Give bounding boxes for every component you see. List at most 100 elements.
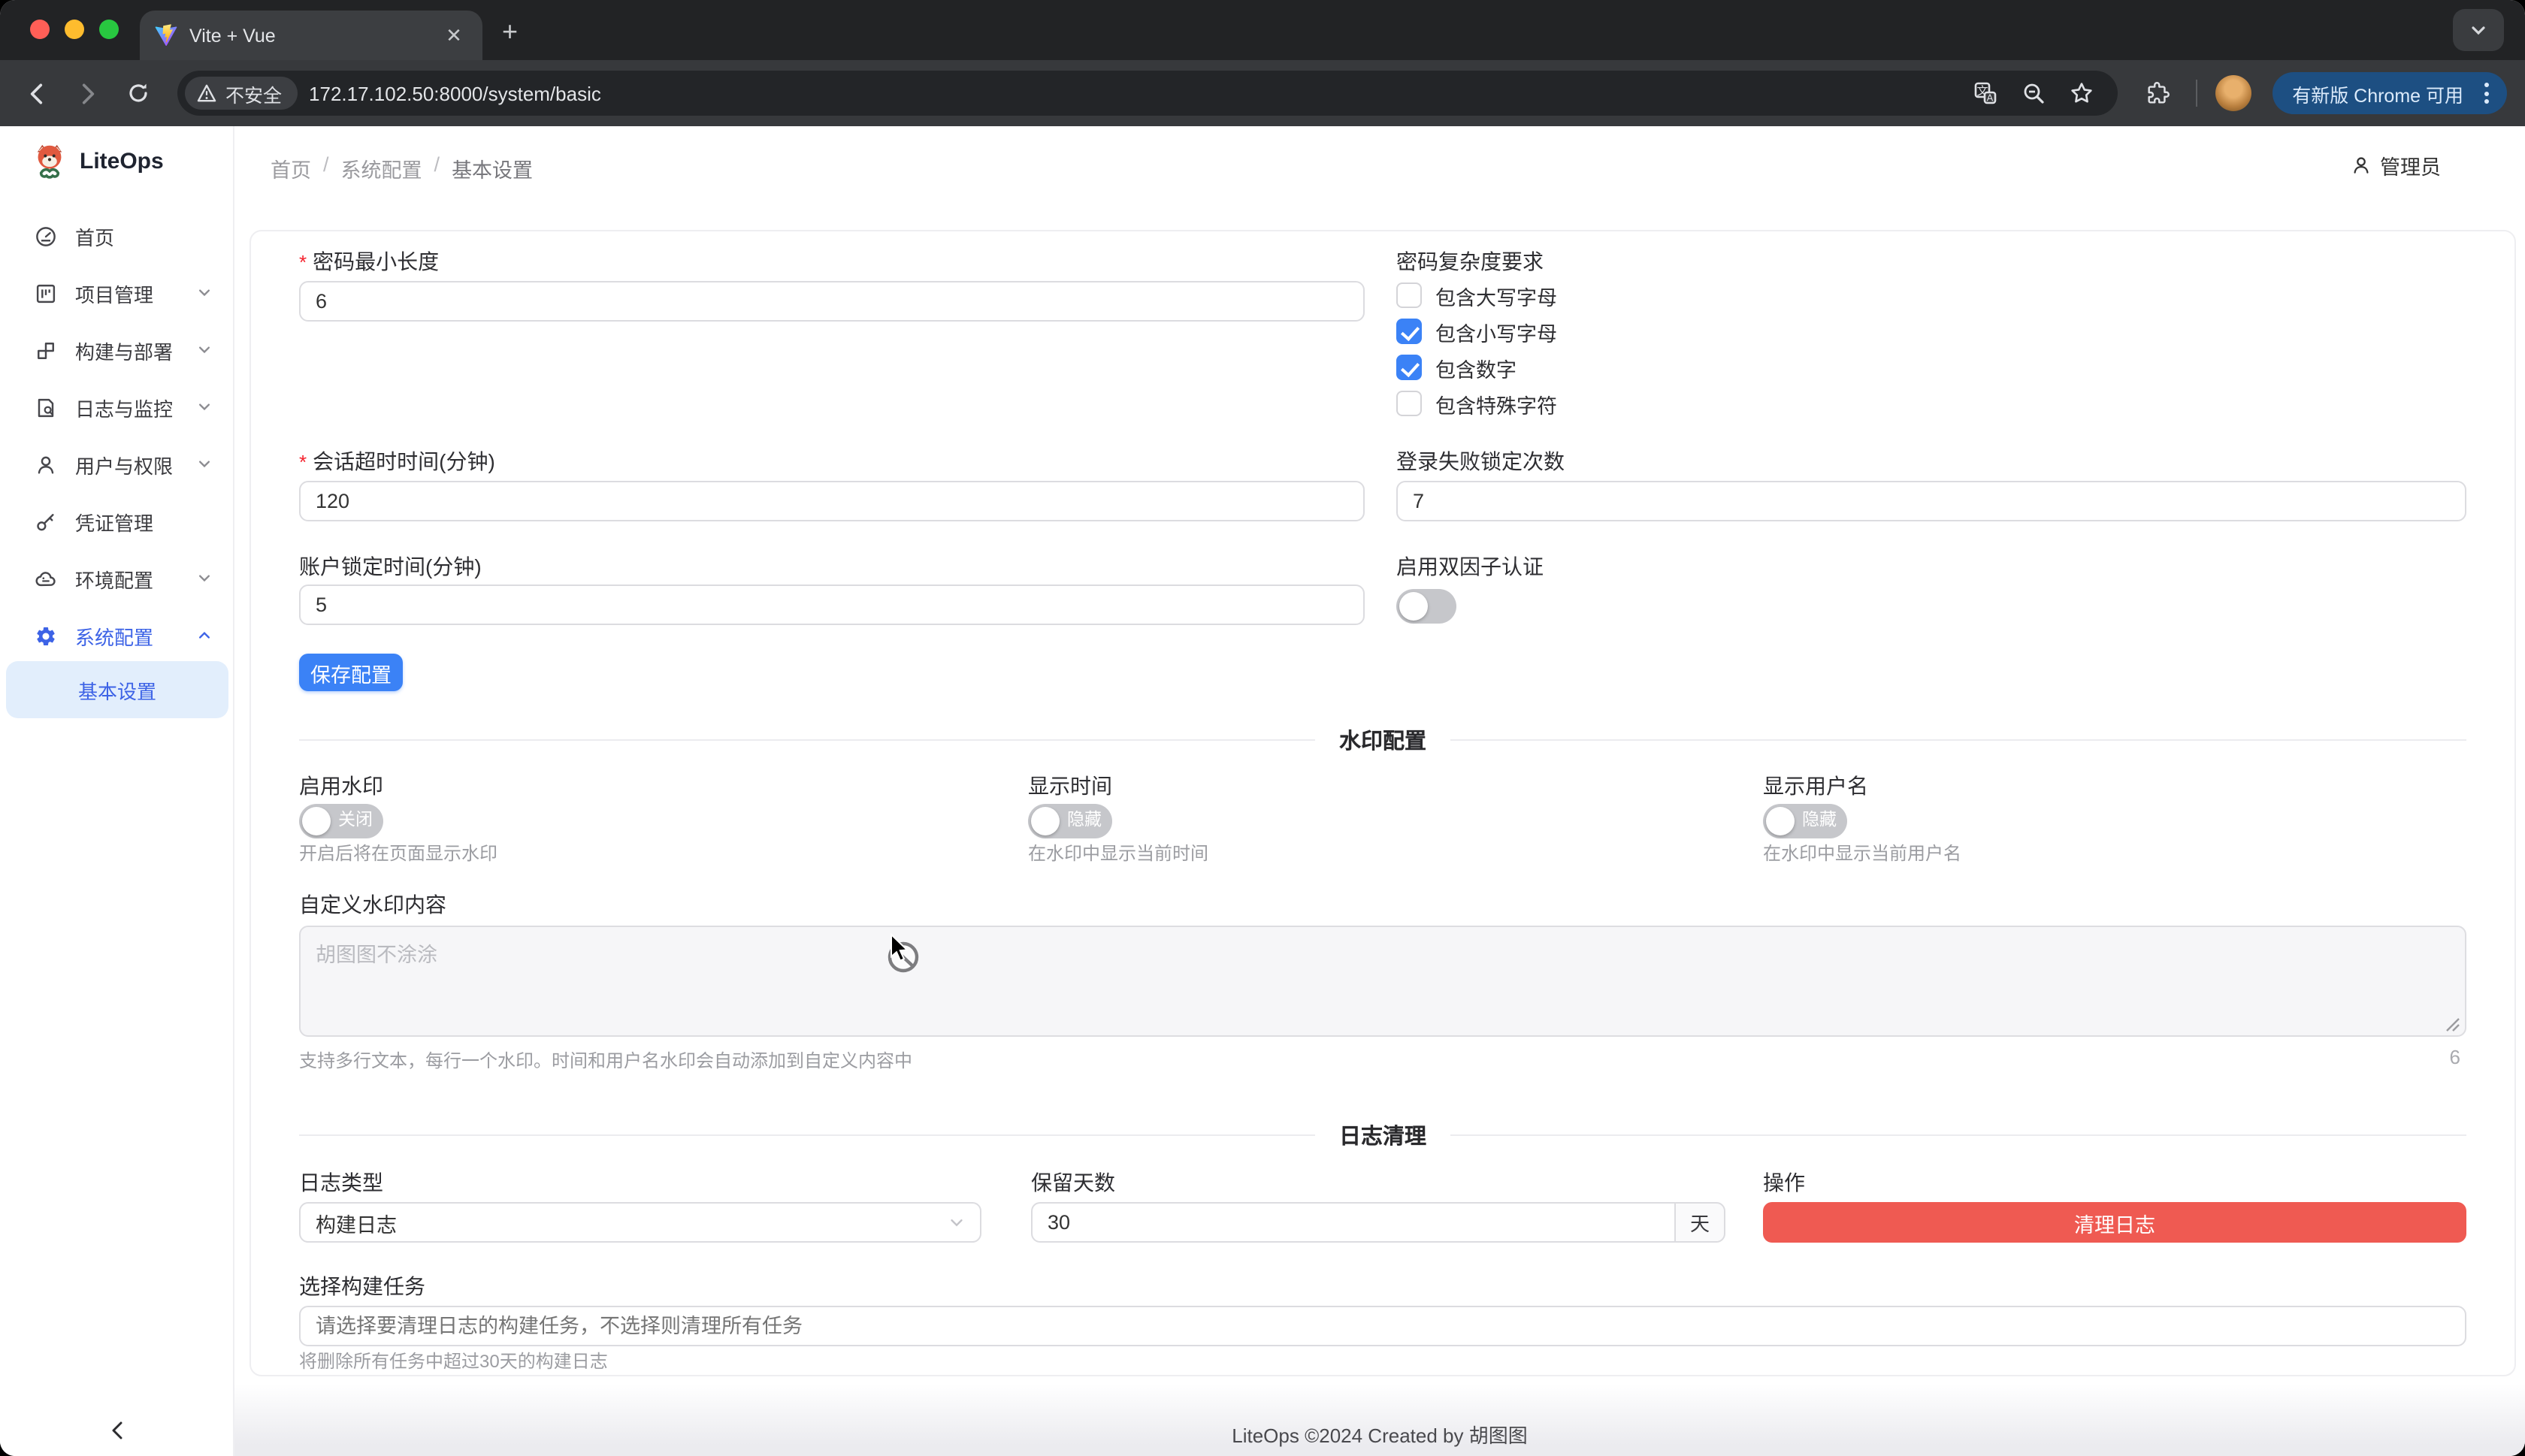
back-button[interactable] (15, 72, 57, 114)
reload-button[interactable] (117, 72, 159, 114)
address-bar[interactable]: 不安全 172.17.102.50:8000/system/basic 文A (177, 71, 2118, 116)
footer-text: LiteOps ©2024 Created by 胡图图 (1232, 1419, 1527, 1448)
forward-button[interactable] (66, 72, 108, 114)
security-label: 不安全 (225, 79, 282, 107)
svg-text:A: A (1987, 92, 1994, 103)
key-icon (35, 510, 57, 533)
sidebar-item-system-config[interactable]: 系统配置 (0, 607, 233, 664)
tab-search-button[interactable] (2453, 9, 2504, 51)
chevron-up-icon (197, 628, 212, 643)
save-config-button[interactable]: 保存配置 (299, 654, 403, 691)
checkbox-checked-icon[interactable] (1396, 355, 1422, 380)
breadcrumb-basic-settings: 基本设置 (452, 153, 533, 183)
chevron-down-icon (197, 343, 212, 358)
password-min-length-input[interactable] (299, 281, 1365, 322)
account-lock-time-label: 账户锁定时间(分钟) (299, 551, 482, 581)
login-fail-lock-input[interactable] (1396, 481, 2466, 521)
cloud-server-icon (35, 567, 57, 590)
translate-icon[interactable]: 文A (1964, 72, 2006, 114)
browser-menu-icon[interactable] (2475, 83, 2498, 104)
sidebar-item-credentials[interactable]: 凭证管理 (0, 493, 233, 550)
security-chip[interactable]: 不安全 (185, 77, 297, 110)
bookmark-star-icon[interactable] (2061, 72, 2103, 114)
watermark-user-toggle[interactable]: 隐藏 (1763, 804, 1847, 838)
breadcrumb-system-config[interactable]: 系统配置 (341, 153, 422, 183)
action-label: 操作 (1763, 1168, 1805, 1198)
sidebar-subitem-basic-settings[interactable]: 基本设置 (6, 661, 228, 718)
checkbox-icon[interactable] (1396, 391, 1422, 416)
chevron-down-icon (197, 457, 212, 472)
account-lock-time-input[interactable] (299, 585, 1365, 625)
tab-title: Vite + Vue (189, 25, 428, 46)
watermark-custom-textarea[interactable] (299, 926, 2466, 1037)
extensions-icon[interactable] (2136, 72, 2178, 114)
breadcrumb-home[interactable]: 首页 (271, 153, 311, 183)
sidebar-item-logs-monitoring[interactable]: 日志与监控 (0, 379, 233, 436)
warning-icon (197, 84, 216, 102)
user-icon (2350, 155, 2371, 176)
checkbox-special-chars[interactable]: 包含特殊字符 (1396, 389, 1557, 418)
retention-days-group: 天 (1031, 1202, 1725, 1243)
retention-days-label: 保留天数 (1031, 1168, 1115, 1198)
sidebar-item-build-deploy[interactable]: 构建与部署 (0, 322, 233, 379)
two-factor-label: 启用双因子认证 (1396, 551, 1544, 581)
watermark-time-toggle[interactable]: 隐藏 (1028, 804, 1112, 838)
watermark-section-title: 水印配置 (1339, 724, 1426, 756)
app-footer: LiteOps ©2024 Created by 胡图图 (234, 1384, 2525, 1456)
checkbox-checked-icon[interactable] (1396, 319, 1422, 344)
retention-days-unit: 天 (1674, 1202, 1725, 1243)
zoom-icon[interactable] (2012, 72, 2055, 114)
watermark-section-divider: 水印配置 (299, 724, 2466, 756)
checkbox-icon[interactable] (1396, 282, 1422, 308)
chrome-update-button[interactable]: 有新版 Chrome 可用 (2272, 72, 2507, 114)
current-user[interactable]: 管理员 (2350, 150, 2441, 180)
watermark-time-caption: 在水印中显示当前时间 (1028, 840, 1208, 865)
watermark-time-label: 显示时间 (1028, 771, 1112, 801)
sidebar-item-home[interactable]: 首页 (0, 207, 233, 264)
sidebar-item-projects[interactable]: 项目管理 (0, 264, 233, 322)
password-min-length-label: 密码最小长度 (299, 246, 439, 276)
url-text[interactable]: 172.17.102.50:8000/system/basic (309, 82, 1952, 104)
vite-favicon-icon (155, 24, 177, 47)
not-allowed-icon (885, 939, 921, 975)
sidebar-item-environments[interactable]: 环境配置 (0, 550, 233, 607)
app-root: LiteOps 首页 项目管理 构建与部署 日志与监控 (0, 126, 2525, 1456)
log-cleanup-section-title: 日志清理 (1339, 1119, 1426, 1151)
profile-avatar[interactable] (2215, 75, 2251, 111)
session-timeout-input[interactable] (299, 481, 1365, 521)
browser-toolbar: 不安全 172.17.102.50:8000/system/basic 文A 有… (0, 60, 2525, 126)
watermark-enable-toggle[interactable]: 关闭 (299, 804, 383, 838)
watermark-enable-caption: 开启后将在页面显示水印 (299, 840, 497, 865)
chevron-down-icon (197, 571, 212, 586)
logo[interactable]: LiteOps (30, 141, 164, 180)
watermark-hint: 支持多行文本，每行一个水印。时间和用户名水印会自动添加到自定义内容中 (299, 1047, 912, 1073)
browser-titlebar: Vite + Vue ✕ + (0, 0, 2525, 60)
log-cleanup-section-divider: 日志清理 (299, 1119, 2466, 1151)
sidebar: LiteOps 首页 项目管理 构建与部署 日志与监控 (0, 126, 234, 1456)
minimize-window-button[interactable] (65, 20, 84, 39)
logo-text: LiteOps (80, 148, 164, 174)
sidebar-item-users-permissions[interactable]: 用户与权限 (0, 436, 233, 493)
checkbox-digits[interactable]: 包含数字 (1396, 353, 1557, 382)
fullscreen-window-button[interactable] (99, 20, 119, 39)
current-user-label: 管理员 (2380, 150, 2441, 180)
gear-icon (35, 624, 57, 647)
checkbox-uppercase[interactable]: 包含大写字母 (1396, 281, 1557, 310)
dashboard-icon (35, 225, 57, 247)
log-type-select[interactable]: 构建日志 (299, 1202, 981, 1243)
sidebar-collapse-button[interactable] (0, 1403, 233, 1456)
file-search-icon (35, 396, 57, 418)
project-icon (35, 282, 57, 304)
select-task-label: 选择构建任务 (299, 1271, 425, 1301)
checkbox-lowercase[interactable]: 包含小写字母 (1396, 317, 1557, 346)
new-tab-button[interactable]: + (502, 18, 518, 45)
tab-close-icon[interactable]: ✕ (440, 22, 467, 49)
select-task-input[interactable] (299, 1306, 2466, 1346)
two-factor-toggle[interactable] (1396, 589, 1456, 624)
retention-days-input[interactable] (1031, 1202, 1674, 1243)
log-type-label: 日志类型 (299, 1168, 383, 1198)
browser-tab[interactable]: Vite + Vue ✕ (140, 11, 482, 60)
close-window-button[interactable] (30, 20, 50, 39)
watermark-char-count: 6 (2450, 1046, 2460, 1068)
clean-logs-button[interactable]: 清理日志 (1763, 1202, 2466, 1243)
